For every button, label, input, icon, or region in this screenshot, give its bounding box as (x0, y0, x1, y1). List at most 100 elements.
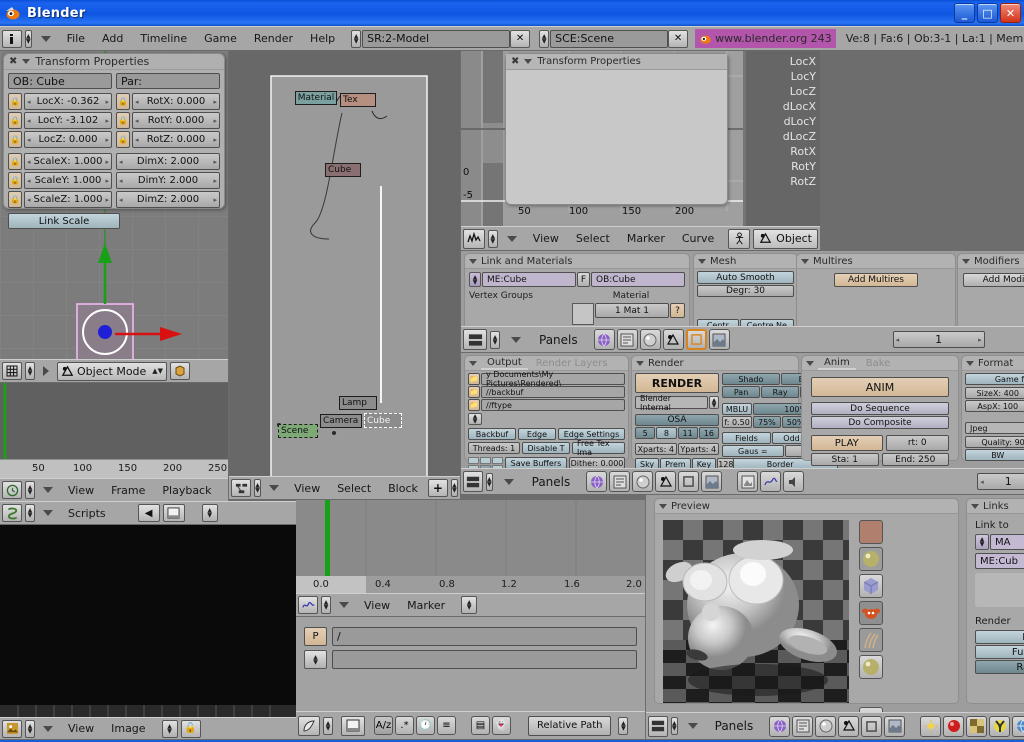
mode-label[interactable]: Object Mode (74, 365, 152, 378)
file-format-select[interactable]: Jpeg (965, 422, 1024, 434)
scene-delete-button[interactable]: ✕ (668, 30, 688, 48)
sequencer-spinner[interactable]: ▲▼ (461, 596, 477, 614)
menu-marker[interactable]: Marker (620, 232, 672, 245)
material-help-button[interactable]: ? (670, 303, 685, 318)
lock-rotx-icon[interactable]: 🔒 (116, 93, 130, 110)
window-type-spinner[interactable]: ▲▼ (25, 30, 32, 48)
ipo-channel-list[interactable]: LocX LocY LocZ dLocX dLocY dLocZ RotX Ro… (748, 55, 820, 188)
backbuf-path-browse-icon[interactable]: 📁 (468, 386, 480, 398)
menu-curve[interactable]: Curve (675, 232, 721, 245)
plane-preview-icon[interactable] (859, 520, 883, 544)
window-type-spinner[interactable]: ▲▼ (25, 504, 35, 522)
material-index-field[interactable]: 1 Mat 1 (595, 303, 669, 318)
menu-view[interactable]: View (61, 484, 101, 497)
locz-value[interactable]: LocZ: 0.000 (38, 134, 97, 145)
screen-selector[interactable]: ▲▼ SR:2-Model ✕ (351, 30, 530, 48)
panel-header[interactable]: Mesh (694, 254, 797, 269)
parent-field[interactable]: Par: (116, 73, 220, 89)
collapse-icon[interactable] (659, 504, 667, 509)
oops-node-lamp[interactable]: Lamp (339, 396, 377, 410)
close-icon[interactable]: ✖ (9, 56, 17, 67)
osa-11-button[interactable]: 11 (678, 427, 698, 439)
object-name-field[interactable]: OB:Cube (591, 272, 685, 287)
dimz-value[interactable]: DimZ: 2.000 (137, 194, 199, 205)
anim-button[interactable]: ANIM (811, 377, 949, 397)
oops-schematic-area[interactable]: Material Tex Cube Lamp Camera Cube Scene (229, 51, 460, 476)
ipo-editor-area[interactable]: 0 50 100 150 200 LocX LocY LocZ dLocX dL… (461, 51, 820, 226)
mblur-factor-field[interactable]: f: 0.50 (722, 416, 752, 428)
actuator-icon[interactable] (728, 229, 750, 249)
window-icon[interactable] (163, 504, 185, 522)
collapse-menu-icon[interactable] (41, 36, 51, 42)
tab-bake[interactable]: Bake (860, 358, 897, 369)
ipo-channel[interactable]: dLocZ (748, 130, 820, 143)
lock-locy-icon[interactable]: 🔒 (8, 112, 22, 129)
panel-page-field[interactable]: ◂1▸ (977, 473, 1024, 490)
lock-icon[interactable]: 🔓 (181, 720, 201, 738)
sequencer-canvas[interactable] (296, 500, 645, 576)
halo-button[interactable]: H (975, 630, 1024, 644)
close-icon[interactable]: ✖ (511, 56, 519, 67)
collapse-icon[interactable] (22, 59, 30, 64)
panels-label[interactable]: Panels (708, 719, 761, 733)
menu-game[interactable]: Game (197, 32, 244, 45)
window-type-buttons-icon[interactable] (463, 471, 483, 492)
material-icon[interactable] (640, 329, 661, 350)
full-osa-button[interactable]: Full O (975, 645, 1024, 659)
edge-button[interactable]: Edge (518, 428, 556, 440)
menu-view-image[interactable]: View (61, 722, 101, 735)
ipo-channel[interactable]: LocY (748, 70, 820, 83)
fake-user-button[interactable]: F (577, 272, 590, 287)
editing-icon[interactable] (686, 329, 707, 350)
screen-delete-button[interactable]: ✕ (510, 30, 530, 48)
menu-select[interactable]: Select (330, 482, 378, 495)
image-browse-spinner[interactable]: ▲▼ (162, 720, 178, 738)
maximize-button[interactable]: □ (977, 3, 998, 23)
collapse-icon[interactable] (806, 361, 814, 366)
ob-name-field[interactable]: OB: Cube (8, 73, 112, 89)
screen-name-field[interactable]: SR:2-Model (362, 30, 510, 48)
ipo-panel-header[interactable]: ✖ Transform Properties (506, 54, 727, 70)
menu-select[interactable]: Select (569, 232, 617, 245)
material-datablock-field[interactable]: MA (990, 534, 1024, 550)
oops-node-tex[interactable]: Tex (340, 93, 376, 107)
material-browse-icon[interactable]: ▲▼ (975, 534, 989, 550)
p-button[interactable]: P (304, 627, 327, 646)
viewport-3d[interactable]: y x (1) Cube ✖ Transform Properties OB: … (0, 51, 228, 359)
end-frame-field[interactable]: End: 250 (882, 453, 950, 466)
scene-selector[interactable]: ▲▼ SCE:Scene ✕ (539, 30, 688, 48)
lock-scalez-icon[interactable]: 🔒 (8, 191, 22, 208)
scalez-value[interactable]: ScaleZ: 1.000 (34, 194, 103, 205)
timeline-area[interactable] (0, 383, 228, 459)
world-icon[interactable] (586, 471, 607, 492)
anim-playback-icon[interactable] (760, 471, 781, 492)
window-type-info-icon[interactable] (2, 30, 22, 48)
lock-roty-icon[interactable]: 🔒 (116, 112, 130, 129)
mesh-name-field[interactable]: ME:Cube (482, 272, 576, 287)
window-type-file-icon[interactable] (298, 716, 320, 736)
window-type-scripts-icon[interactable] (2, 504, 22, 522)
menu-view[interactable]: View (287, 482, 327, 495)
panel-header[interactable]: Output Render Layers (465, 356, 628, 371)
close-button[interactable]: ✕ (1000, 3, 1021, 23)
collapse-menu-icon[interactable] (269, 485, 279, 491)
panel-header[interactable]: Modifiers (958, 254, 1024, 269)
rotx-value[interactable]: RotX: 0.000 (147, 96, 206, 107)
panel-header[interactable]: Format (962, 356, 1024, 371)
ipo-channel[interactable]: dLocX (748, 100, 820, 113)
locy-value[interactable]: LocY: -3.102 (38, 115, 99, 126)
ipo-channel[interactable]: LocX (748, 55, 820, 68)
backbuf-path-field[interactable]: //backbuf (481, 386, 625, 398)
window-type-spinner[interactable]: ▲▼ (323, 717, 333, 735)
sort-alphabetical-icon[interactable]: A/z (374, 716, 393, 735)
menu-block[interactable]: Block (381, 482, 425, 495)
threads-field[interactable]: Threads: 1 (468, 442, 520, 454)
window-type-spinner[interactable]: ▲▼ (671, 717, 678, 735)
ipo-type-label[interactable]: Object (772, 232, 812, 245)
collapse-icon[interactable] (698, 259, 706, 264)
sphere-sky-preview-icon[interactable] (859, 655, 883, 679)
menu-render[interactable]: Render (247, 32, 300, 45)
minimize-button[interactable]: _ (954, 3, 975, 23)
window-type-spinner[interactable]: ▲▼ (25, 481, 35, 499)
path-field[interactable]: / (332, 627, 637, 646)
